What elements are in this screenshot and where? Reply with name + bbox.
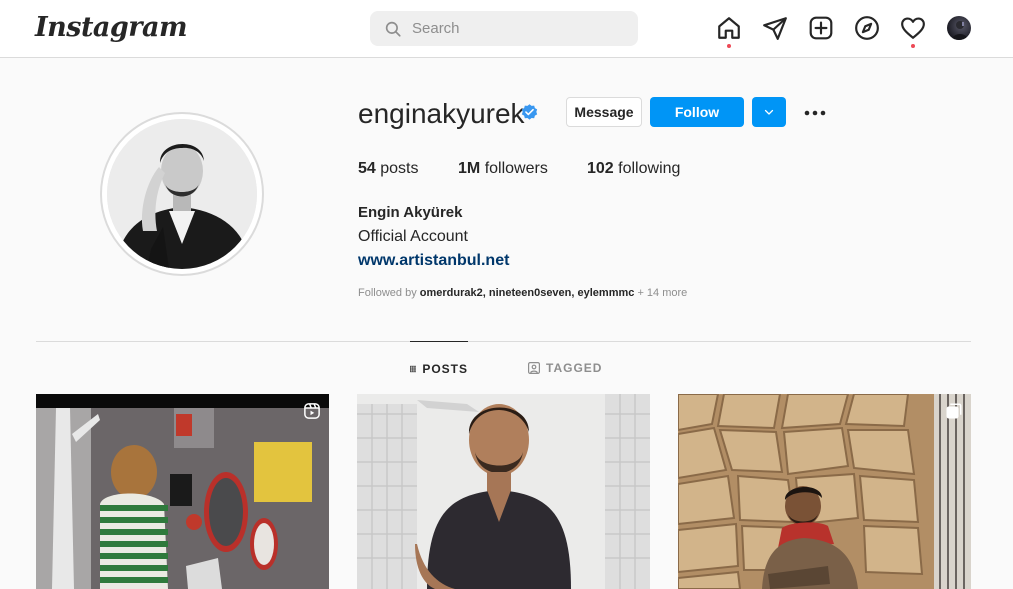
tab-tagged-label: TAGGED xyxy=(546,361,603,375)
followed-by-more: + 14 more xyxy=(637,287,688,299)
posts-stat: 54 posts xyxy=(358,160,419,178)
profile-bio: Official Account xyxy=(358,228,468,245)
post-image-1 xyxy=(36,394,329,589)
suggestions-dropdown-button[interactable] xyxy=(752,97,786,127)
post-thumbnail-1[interactable] xyxy=(36,394,329,589)
posts-count: 54 xyxy=(358,160,376,177)
instagram-logo[interactable]: Instagram xyxy=(35,12,188,43)
post-thumbnail-3[interactable] xyxy=(678,394,971,589)
search-icon xyxy=(385,21,401,37)
following-count: 102 xyxy=(587,160,614,177)
activity-notification-dot xyxy=(911,44,915,48)
carousel-icon xyxy=(946,403,962,419)
tabs-divider xyxy=(36,341,971,342)
verified-badge-icon xyxy=(521,104,538,120)
profile-website-link[interactable]: www.artistanbul.net xyxy=(358,252,509,270)
profile-full-name: Engin Akyürek xyxy=(358,204,463,221)
posts-label: posts xyxy=(380,160,419,177)
tab-tagged[interactable]: TAGGED xyxy=(528,341,602,395)
activity-icon[interactable] xyxy=(900,15,926,41)
post-image-2 xyxy=(357,394,650,589)
grid-icon xyxy=(410,365,417,372)
following-stat[interactable]: 102 following xyxy=(587,160,680,178)
followers-stat[interactable]: 1M followers xyxy=(458,160,548,178)
new-post-icon[interactable] xyxy=(808,15,834,41)
following-label: following xyxy=(618,160,681,177)
post-thumbnail-2[interactable] xyxy=(357,394,650,589)
home-icon[interactable] xyxy=(716,15,742,41)
top-nav: Instagram xyxy=(0,0,1013,58)
direct-icon[interactable] xyxy=(762,15,788,41)
followers-label: followers xyxy=(484,160,548,177)
search-box[interactable] xyxy=(370,11,638,46)
search-input[interactable] xyxy=(412,11,622,46)
explore-icon[interactable] xyxy=(854,15,880,41)
follow-button[interactable]: Follow xyxy=(650,97,744,127)
home-notification-dot xyxy=(727,44,731,48)
profile-username: enginakyurek xyxy=(358,98,525,129)
nav-profile-avatar[interactable] xyxy=(947,16,971,40)
followers-count: 1M xyxy=(458,160,481,177)
tagged-icon xyxy=(528,362,540,374)
reel-icon xyxy=(304,403,320,419)
followed-by-names: omerdurak2, nineteen0seven, eylemmmc xyxy=(419,287,635,299)
post-image-3 xyxy=(678,394,971,589)
tab-posts-label: POSTS xyxy=(422,361,468,376)
followed-by-prefix: Followed by xyxy=(358,287,417,299)
profile-avatar[interactable] xyxy=(107,119,257,269)
message-button[interactable]: Message xyxy=(566,97,642,127)
tab-posts[interactable]: POSTS xyxy=(410,341,468,395)
more-options-icon[interactable] xyxy=(803,109,827,117)
chevron-down-icon xyxy=(764,109,774,115)
followed-by[interactable]: Followed by omerdurak2, nineteen0seven, … xyxy=(358,287,687,299)
